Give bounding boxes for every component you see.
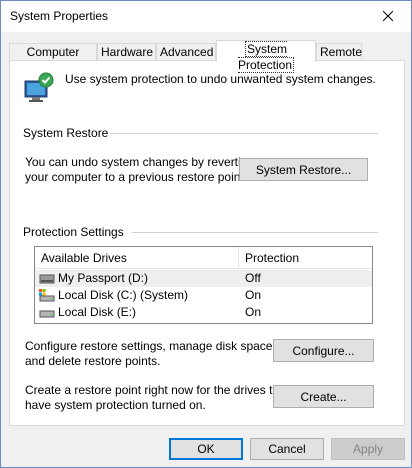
external-drive-icon <box>39 274 55 284</box>
list-item[interactable]: Local Disk (E:) On <box>35 304 372 321</box>
list-header: Available Drives Protection <box>35 247 372 269</box>
drive-name: My Passport (D:) <box>58 271 149 285</box>
drive-protection-status: Off <box>245 271 261 285</box>
configure-button[interactable]: Configure... <box>273 339 374 362</box>
tab-label: Remote <box>320 45 363 59</box>
close-icon <box>383 11 393 21</box>
system-restore-description: You can undo system changes by reverting… <box>25 155 255 184</box>
column-header-available-drives[interactable]: Available Drives <box>35 247 239 269</box>
hard-drive-icon <box>39 310 55 318</box>
tab-label: Hardware <box>101 45 154 59</box>
drive-protection-status: On <box>245 288 262 302</box>
drive-name: Local Disk (C:) (System) <box>58 288 189 302</box>
tab-advanced[interactable]: Advanced <box>156 43 216 61</box>
system-protection-icon <box>24 72 54 102</box>
drives-list[interactable]: Available Drives Protection My Passport … <box>34 246 373 324</box>
list-item[interactable]: My Passport (D:) Off <box>35 270 372 287</box>
system-restore-group-title: System Restore <box>23 126 113 140</box>
ok-button[interactable]: OK <box>169 438 243 460</box>
tab-remote[interactable]: Remote <box>316 43 362 61</box>
protection-settings-group-title: Protection Settings <box>23 225 128 239</box>
title-bar[interactable]: System Properties <box>1 1 411 32</box>
list-item[interactable]: Local Disk (C:) (System) On <box>35 287 372 304</box>
configure-description: Configure restore settings, manage disk … <box>25 339 276 368</box>
group-divider <box>132 232 378 233</box>
close-button[interactable] <box>365 1 411 31</box>
drive-name: Local Disk (E:) <box>58 305 137 319</box>
create-button[interactable]: Create... <box>273 385 374 408</box>
group-divider <box>110 133 378 134</box>
column-header-protection[interactable]: Protection <box>239 247 372 269</box>
system-restore-button[interactable]: System Restore... <box>239 158 368 181</box>
tab-computer-name[interactable]: Computer Name <box>9 43 97 75</box>
intro-text: Use system protection to undo unwanted s… <box>65 72 376 86</box>
system-properties-window: System Properties Computer Name Hardware… <box>0 0 412 468</box>
tab-label: System Protection <box>237 41 295 73</box>
create-description: Create a restore point right now for the… <box>25 383 290 412</box>
system-protection-panel: Use system protection to undo unwanted s… <box>9 60 405 426</box>
cancel-button[interactable]: Cancel <box>250 438 324 460</box>
drive-protection-status: On <box>245 305 262 319</box>
tab-system-protection[interactable]: System Protection <box>216 40 316 73</box>
tab-hardware[interactable]: Hardware <box>97 43 156 61</box>
window-title: System Properties <box>10 9 109 23</box>
tab-strip: Computer Name Hardware Advanced System P… <box>9 40 403 75</box>
system-drive-icon <box>39 289 55 302</box>
apply-button[interactable]: Apply <box>331 438 405 460</box>
tab-label: Advanced <box>160 45 214 59</box>
